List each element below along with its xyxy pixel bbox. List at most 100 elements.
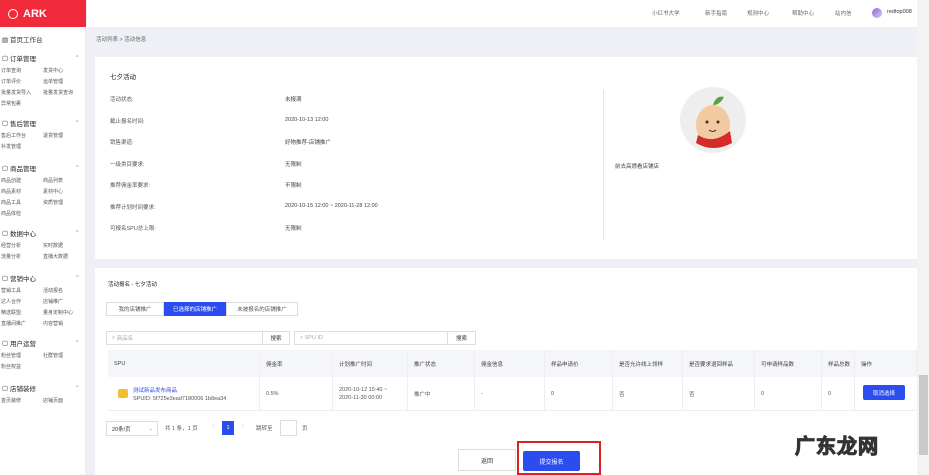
sidebar-item[interactable]: 粉丝管理 <box>1 352 43 359</box>
commission-cell: - <box>475 377 545 410</box>
sidebar-item[interactable]: 粉丝权益 <box>1 363 43 370</box>
chevron-down-icon: ⌄ <box>148 425 153 432</box>
sidebar-item[interactable]: 素材中心 <box>43 188 85 195</box>
sidebar-item[interactable]: 营销工具 <box>1 287 43 294</box>
sidebar-item[interactable]: 实时数据 <box>43 242 85 249</box>
group-icon: ▢ <box>2 120 10 127</box>
sidebar-item[interactable]: 商品素材 <box>1 188 43 195</box>
sidebar-item[interactable]: 资质管理 <box>43 199 85 206</box>
sidebar-group-header[interactable]: ▢ 营销中心 ⌃ <box>0 272 86 284</box>
sidebar-item[interactable]: 社群管理 <box>43 352 85 359</box>
table-row: 测试新品发布商品 SPUID: 5f725e3ead7180006 1b8ea34… <box>108 377 917 411</box>
submit-signup-button[interactable]: 提交报名 <box>523 451 580 471</box>
spu-search-input[interactable]: ⌕ SPU ID <box>294 331 448 345</box>
sample-price-cell: 0 <box>545 377 613 410</box>
nav-link-messages[interactable]: 站内信 <box>835 9 852 17</box>
user-avatar[interactable] <box>872 8 882 18</box>
sidebar-home-label: 首页工作台 <box>9 37 43 44</box>
spu-search-button[interactable]: 搜索 <box>448 331 476 345</box>
sidebar-item[interactable]: 退货管理 <box>43 132 85 139</box>
product-search-input[interactable]: ⌕ 商品名 <box>106 331 263 345</box>
sidebar-item[interactable]: 订单评价 <box>1 78 43 85</box>
prev-page-icon[interactable]: ‹ <box>212 423 214 429</box>
sidebar-item[interactable]: 商品工具 <box>1 199 43 206</box>
info-value: 无限制 <box>285 161 302 168</box>
sidebar-item[interactable]: 补发管理 <box>1 143 43 150</box>
cancel-selection-button[interactable]: 取消选择 <box>863 385 905 400</box>
sidebar-group-header[interactable]: ▢ 数据中心 ⌃ <box>0 227 86 239</box>
group-icon: ▢ <box>2 55 10 62</box>
info-value: 2020-10-13 12:00 <box>285 116 329 123</box>
chevron-up-icon: ⌃ <box>74 230 80 237</box>
sidebar-item[interactable]: 发货中心 <box>43 67 85 74</box>
tab-my-promotions[interactable]: 我的店铺推广 <box>106 302 164 316</box>
sidebar-item[interactable]: 商品列表 <box>43 177 85 184</box>
sidebar-item[interactable]: 达人合作 <box>1 298 43 305</box>
sidebar-item[interactable]: 运单管理 <box>43 78 85 85</box>
sidebar-item[interactable]: 流量分析 <box>1 253 43 260</box>
goto-label: 跳转至 <box>256 426 273 432</box>
sidebar-group: ▢ 售后管理 ⌃ 售后工作台 退货管理 补发管理 <box>0 117 86 150</box>
sidebar-item[interactable]: 订单查询 <box>1 67 43 74</box>
breadcrumb[interactable]: 活动列表 > 活动信息 <box>96 35 146 43</box>
nav-link-help[interactable]: 帮助中心 <box>792 9 814 17</box>
sidebar-item-home[interactable]: ▤ 首页工作台 <box>2 34 42 44</box>
search-placeholder: SPU ID <box>304 335 323 341</box>
tab-unregistered-promotions[interactable]: 未被报名的店铺推广 <box>226 302 298 316</box>
sidebar-group: ▢ 店铺装修 ⌃ 首页装修 店铺页面 <box>0 382 86 404</box>
logo-text: ARK <box>23 7 47 20</box>
page-size-select[interactable]: 20条/页 ⌄ <box>106 421 158 436</box>
tab-selected-promotions[interactable]: 已选择的店铺推广 <box>164 302 226 316</box>
next-page-icon[interactable]: › <box>242 423 244 429</box>
time-cell: 2020-10-12 15:40 ~2020-11-30 00:00 <box>333 377 408 410</box>
sidebar-item[interactable]: 店铺页面 <box>43 397 85 404</box>
sidebar-group: ▢ 用户运营 ⌃ 粉丝管理 社群管理 粉丝权益 <box>0 337 86 370</box>
rate-cell: 0.5% <box>260 377 333 410</box>
group-title: 营销中心 <box>9 276 36 283</box>
sidebar-item[interactable]: 直播大数据 <box>43 253 85 260</box>
product-name-link[interactable]: 测试新品发布商品 <box>133 386 226 394</box>
page-1-button[interactable]: 1 <box>222 421 234 435</box>
group-title: 商品管理 <box>9 166 36 173</box>
chevron-up-icon: ⌃ <box>74 55 80 62</box>
sidebar-group-header[interactable]: ▢ 店铺装修 ⌃ <box>0 382 86 394</box>
watermark: 广东龙网 <box>795 436 879 459</box>
nav-link-guide[interactable]: 新手指南 <box>705 9 727 17</box>
search-button[interactable]: 搜索 <box>263 331 290 345</box>
sidebar-item[interactable]: 首页装修 <box>1 397 43 404</box>
sidebar-group-header[interactable]: ▢ 售后管理 ⌃ <box>0 117 86 129</box>
sidebar-item[interactable]: 直播间推广 <box>1 320 43 327</box>
activity-title: 七夕活动 <box>110 74 136 81</box>
sidebar-item[interactable]: 异常包裹 <box>1 100 43 107</box>
sidebar-item[interactable]: 内容营销 <box>43 320 85 327</box>
sidebar-item[interactable]: 店铺推广 <box>43 298 85 305</box>
sidebar-item[interactable]: 商品创建 <box>1 177 43 184</box>
sidebar-item[interactable]: 精选联盟 <box>1 309 43 316</box>
sidebar-group-header[interactable]: ▢ 商品管理 ⌃ <box>0 162 86 174</box>
nav-link-university[interactable]: 小红书大学 <box>652 9 680 17</box>
scrollbar-thumb[interactable] <box>919 375 928 455</box>
sidebar: ARK ▤ 首页工作台 ▢ 订单管理 ⌃ 订单查询 发货中心 订单评价 运单管理 批量发货导… <box>0 0 86 475</box>
logo[interactable]: ARK <box>0 0 86 27</box>
sidebar-item[interactable]: 售后工作台 <box>1 132 43 139</box>
sidebar-group: ▢ 数据中心 ⌃ 经营分析 实时数据 流量分析 直播大数据 <box>0 227 86 260</box>
online-sample-cell: 否 <box>613 377 683 410</box>
sidebar-item[interactable]: 批量发货查询 <box>43 89 85 96</box>
sidebar-item[interactable]: 量身定制中心 <box>43 309 85 316</box>
nav-link-rules[interactable]: 规则中心 <box>747 9 769 17</box>
sidebar-item[interactable]: 商品体检 <box>1 210 43 217</box>
info-value: 无限制 <box>285 226 302 232</box>
back-button[interactable]: 返回 <box>458 449 516 471</box>
sidebar-item[interactable]: 经营分析 <box>1 242 43 249</box>
sidebar-item[interactable]: 活动报名 <box>43 287 85 294</box>
username[interactable]: redtop008 <box>887 9 912 15</box>
sidebar-group-header[interactable]: ▢ 订单管理 ⌃ <box>0 52 86 64</box>
sidebar-group-header[interactable]: ▢ 用户运营 ⌃ <box>0 337 86 349</box>
column-header: 是否要求退回样品 <box>683 350 755 377</box>
goto-page-input[interactable] <box>280 420 297 436</box>
sidebar-item[interactable]: 批量发货导入 <box>1 89 43 96</box>
column-header: 佣金信息 <box>475 350 545 377</box>
shop-link[interactable]: 前去高燃看店铺店 <box>615 162 659 170</box>
info-label: 推荐计划时间要求: <box>110 204 156 211</box>
spu-id: SPUID: 5f725e3ead7180006 1b8ea34 <box>133 395 227 402</box>
